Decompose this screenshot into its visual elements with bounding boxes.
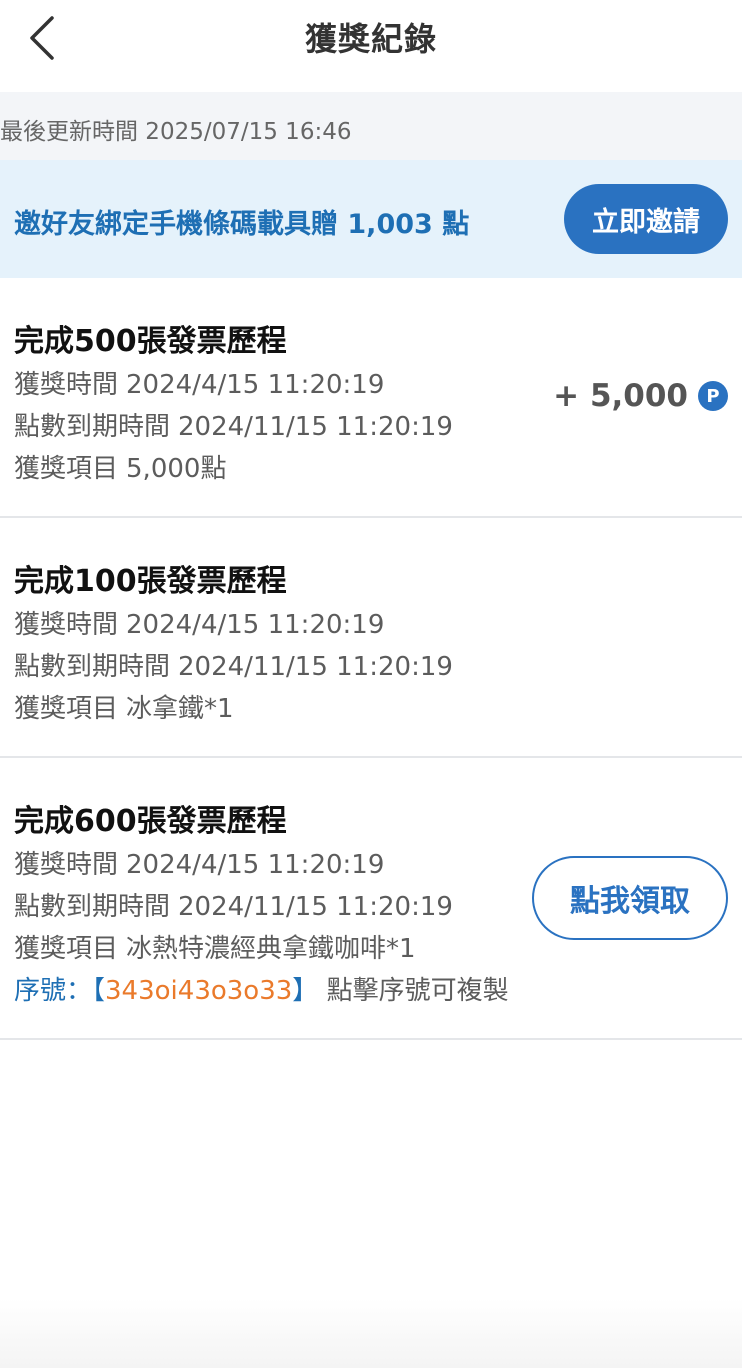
reward-history-page: 獲獎紀錄 最後更新時間 2025/07/15 16:46 邀好友綁定手機條碼載具…	[0, 0, 742, 1368]
serial-row: 序號：【343oi43o3o33】 點擊序號可複製	[14, 970, 509, 1007]
expire-time-label: 點數到期時間	[14, 412, 171, 442]
invite-now-button[interactable]: 立即邀請	[564, 184, 728, 254]
award-time-label: 獲獎時間	[14, 370, 119, 400]
invite-banner: 邀好友綁定手機條碼載具贈 1,003 點 立即邀請	[0, 160, 742, 278]
points-p-icon: P	[698, 381, 728, 411]
award-item-label: 獲獎項目	[14, 454, 119, 484]
last-updated-bar: 最後更新時間 2025/07/15 16:46	[0, 92, 742, 160]
award-time-row: 獲獎時間 2024/4/15 11:20:19	[14, 844, 384, 881]
serial-prefix: 序號：【	[14, 976, 106, 1006]
points-amount: + 5,000 P	[553, 378, 728, 414]
expire-time-label: 點數到期時間	[14, 892, 171, 922]
reward-record: 完成100張發票歷程 獲獎時間 2024/4/15 11:20:19 點數到期時間…	[0, 518, 742, 758]
award-time-value: 2024/4/15 11:20:19	[126, 610, 385, 640]
record-title: 完成500張發票歷程	[14, 324, 287, 359]
record-title: 完成100張發票歷程	[14, 564, 287, 599]
award-time-label: 獲獎時間	[14, 610, 119, 640]
award-item-label: 獲獎項目	[14, 694, 119, 724]
expire-time-row: 點數到期時間 2024/11/15 11:20:19	[14, 406, 453, 443]
award-item-row: 獲獎項目 冰熱特濃經典拿鐵咖啡*1	[14, 928, 416, 965]
serial-copy-hint: 點擊序號可複製	[326, 976, 509, 1006]
award-item-row: 獲獎項目 冰拿鐵*1	[14, 688, 234, 725]
last-updated-text: 最後更新時間 2025/07/15 16:46	[0, 119, 352, 145]
page-title: 獲獎紀錄	[304, 20, 437, 58]
record-title: 完成600張發票歷程	[14, 804, 287, 839]
serial-suffix: 】	[292, 976, 319, 1006]
award-time-label: 獲獎時間	[14, 850, 119, 880]
bottom-fade	[0, 1298, 742, 1368]
invite-promo-text: 邀好友綁定手機條碼載具贈 1,003 點	[14, 209, 470, 240]
points-value: + 5,000	[553, 378, 688, 414]
reward-record: 完成500張發票歷程 獲獎時間 2024/4/15 11:20:19 點數到期時間…	[0, 278, 742, 518]
award-item-label: 獲獎項目	[14, 934, 119, 964]
expire-time-value: 2024/11/15 11:20:19	[178, 412, 453, 442]
serial-code[interactable]: 343oi43o3o33	[105, 976, 292, 1006]
award-time-row: 獲獎時間 2024/4/15 11:20:19	[14, 364, 384, 401]
expire-time-value: 2024/11/15 11:20:19	[178, 652, 453, 682]
top-bar: 獲獎紀錄	[0, 0, 742, 92]
expire-time-label: 點數到期時間	[14, 652, 171, 682]
award-item-value: 冰拿鐵*1	[126, 694, 234, 724]
award-time-row: 獲獎時間 2024/4/15 11:20:19	[14, 604, 384, 641]
award-item-value: 5,000點	[126, 454, 227, 484]
award-time-value: 2024/4/15 11:20:19	[126, 850, 385, 880]
award-item-row: 獲獎項目 5,000點	[14, 448, 226, 485]
reward-record: 完成600張發票歷程 獲獎時間 2024/4/15 11:20:19 點數到期時間…	[0, 758, 742, 1040]
award-time-value: 2024/4/15 11:20:19	[126, 370, 385, 400]
expire-time-row: 點數到期時間 2024/11/15 11:20:19	[14, 646, 453, 683]
expire-time-value: 2024/11/15 11:20:19	[178, 892, 453, 922]
expire-time-row: 點數到期時間 2024/11/15 11:20:19	[14, 886, 453, 923]
award-item-value: 冰熱特濃經典拿鐵咖啡*1	[126, 934, 416, 964]
claim-reward-button[interactable]: 點我領取	[532, 856, 728, 940]
